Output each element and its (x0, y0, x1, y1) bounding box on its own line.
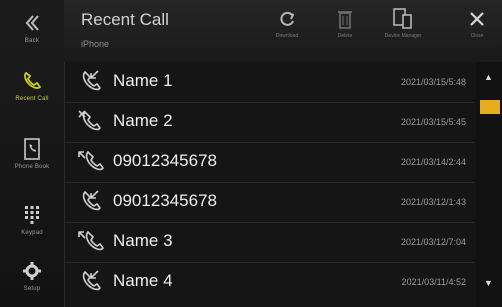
page-title: Recent Call (81, 10, 169, 29)
device-manager-button[interactable]: Device Manager (378, 8, 428, 58)
contact-name: Name 1 (113, 71, 173, 90)
scrollbar[interactable]: ▲ ▼ (476, 62, 502, 307)
call-timestamp: 2021/03/15/5:48 (400, 77, 466, 87)
scroll-down-arrow-icon[interactable]: ▼ (484, 278, 493, 288)
scroll-up-arrow-icon[interactable]: ▲ (484, 72, 493, 82)
device-name: iPhone (81, 39, 110, 49)
recent-call-icon (21, 69, 43, 93)
sidebar-item-phone-book[interactable]: Phone Book (0, 128, 64, 178)
call-row[interactable]: Name 4 2021/03/11/4:52 (64, 262, 474, 302)
call-row[interactable]: 09012345678 2021/03/14/2:44 (64, 142, 474, 183)
outgoing-call-icon (78, 150, 104, 171)
download-label: Download (275, 33, 299, 39)
contact-name: Name 3 (113, 231, 173, 250)
call-row[interactable]: 09012345678 2021/03/12/1:43 (64, 182, 474, 223)
close-label: Close (470, 33, 484, 39)
call-list: Name 1 2021/03/15/5:48 Name 2 2021/03/15… (64, 62, 474, 307)
call-timestamp: 2021/03/11/4:52 (401, 277, 466, 287)
sidebar-item-recent-call[interactable]: Recent Call (0, 60, 64, 110)
outgoing-call-icon (78, 230, 104, 251)
devices-icon (393, 8, 412, 29)
delete-button[interactable]: Delete (320, 8, 370, 58)
back-label: Back (24, 37, 40, 44)
contact-name: Name 4 (113, 271, 173, 290)
gear-icon (22, 259, 42, 283)
call-timestamp: 2021/03/15/5:45 (400, 117, 466, 127)
sidebar-item-label: Keypad (21, 229, 43, 236)
scroll-thumb[interactable] (480, 100, 500, 114)
device-manager-label: Device Manager (384, 33, 422, 39)
call-row[interactable]: Name 2 2021/03/15/5:45 (64, 102, 474, 143)
contact-name: Name 2 (113, 111, 173, 130)
call-row[interactable]: Name 3 2021/03/12/7:04 (64, 222, 474, 263)
sidebar-item-keypad[interactable]: Keypad (0, 194, 64, 244)
back-button[interactable]: Back (0, 2, 64, 52)
incoming-call-icon (82, 270, 101, 291)
keypad-icon (23, 203, 41, 227)
header-bar: Recent Call iPhone Download Delete Devic… (64, 0, 502, 62)
contact-name: 09012345678 (113, 151, 218, 170)
trash-icon (338, 11, 352, 29)
call-timestamp: 2021/03/12/1:43 (400, 197, 466, 207)
contact-name: 09012345678 (113, 191, 218, 210)
incoming-call-icon (82, 190, 101, 211)
call-timestamp: 2021/03/14/2:44 (400, 157, 466, 167)
back-icon (24, 11, 40, 35)
sidebar: Back Recent Call Phone Book Keypad Setup (0, 0, 65, 307)
incoming-call-icon (82, 70, 101, 91)
missed-call-icon (78, 110, 101, 131)
delete-label: Delete (337, 33, 353, 39)
sidebar-item-setup[interactable]: Setup (0, 250, 64, 300)
close-icon (470, 12, 484, 26)
call-row[interactable]: Name 1 2021/03/15/5:48 (64, 62, 474, 103)
sidebar-item-label: Phone Book (14, 163, 50, 170)
call-timestamp: 2021/03/12/7:04 (400, 237, 466, 247)
phone-book-icon (22, 137, 42, 161)
close-button[interactable]: Close (452, 8, 502, 58)
sidebar-item-label: Recent Call (15, 95, 49, 102)
refresh-icon (280, 11, 295, 26)
download-button[interactable]: Download (262, 8, 312, 58)
sidebar-item-label: Setup (23, 285, 41, 292)
